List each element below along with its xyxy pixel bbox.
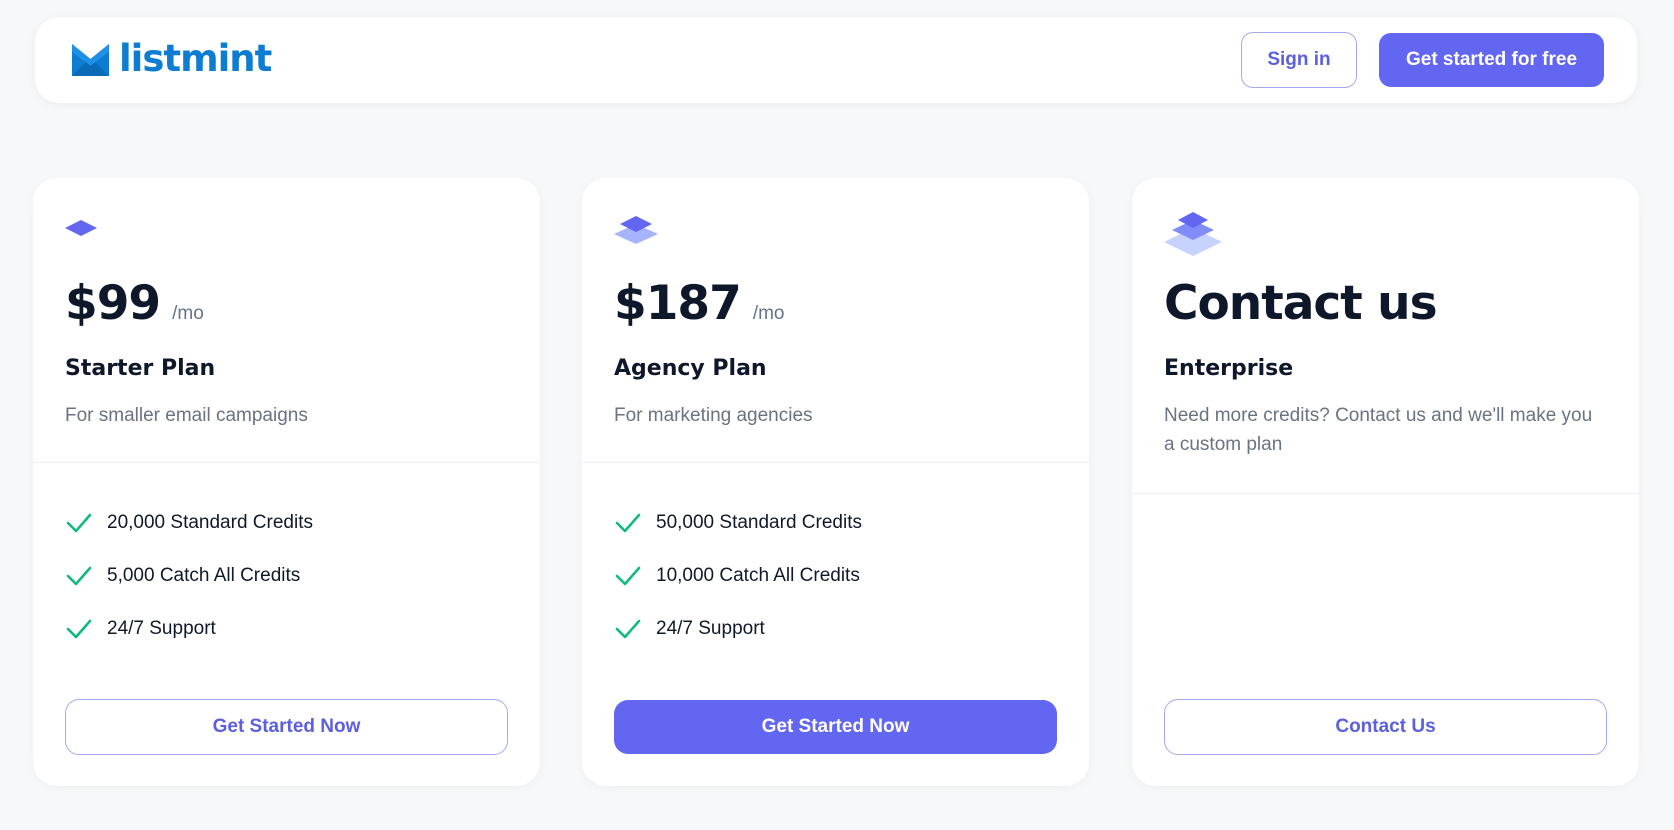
plan-description: For marketing agencies <box>614 405 813 426</box>
check-icon <box>66 513 92 532</box>
check-icon <box>615 513 641 532</box>
card-divider <box>582 462 1089 463</box>
plan-name: Enterprise <box>1164 356 1294 381</box>
check-icon <box>66 566 92 585</box>
check-icon <box>615 566 641 585</box>
feature-text: 20,000 Standard Credits <box>107 511 313 533</box>
pricing-card-starter: $99 /mo Starter Plan For smaller email c… <box>33 178 540 786</box>
feature-text: 5,000 Catch All Credits <box>107 564 301 586</box>
plan-description: Need more credits? Contact us and we'll … <box>1164 405 1593 455</box>
card-divider <box>33 462 540 463</box>
feature-item: 20,000 Standard Credits <box>65 496 313 549</box>
check-icon <box>615 619 641 638</box>
feature-list: 50,000 Standard Credits 10,000 Catch All… <box>614 496 862 655</box>
feature-text: 24/7 Support <box>656 617 765 639</box>
plan-price: Contact us <box>1164 276 1438 331</box>
price-row: $187 /mo <box>614 276 1057 334</box>
feature-text: 24/7 Support <box>107 617 216 639</box>
plan-description: For smaller email campaigns <box>65 405 308 426</box>
plan-name: Agency Plan <box>614 356 767 381</box>
envelope-logo-icon <box>72 44 109 76</box>
plan-price: $99 <box>65 276 161 331</box>
feature-item: 10,000 Catch All Credits <box>614 549 862 602</box>
price-row: $99 /mo <box>65 276 508 334</box>
feature-item: 5,000 Catch All Credits <box>65 549 313 602</box>
pricing-card-agency: $187 /mo Agency Plan For marketing agenc… <box>582 178 1089 786</box>
feature-list: 20,000 Standard Credits 5,000 Catch All … <box>65 496 313 655</box>
double-layer-icon <box>614 216 658 244</box>
agency-get-started-button[interactable]: Get Started Now <box>614 700 1057 754</box>
triple-layer-icon <box>1164 212 1222 256</box>
plan-period: /mo <box>172 303 204 324</box>
contact-us-button[interactable]: Contact Us <box>1164 699 1607 755</box>
starter-get-started-button[interactable]: Get Started Now <box>65 699 508 755</box>
site-header: listmint Sign in Get started for free <box>35 17 1637 103</box>
feature-text: 10,000 Catch All Credits <box>656 564 860 586</box>
pricing-card-enterprise: Contact us Enterprise Need more credits?… <box>1132 178 1639 786</box>
feature-item: 24/7 Support <box>614 602 862 655</box>
feature-item: 50,000 Standard Credits <box>614 496 862 549</box>
feature-item: 24/7 Support <box>65 602 313 655</box>
logo[interactable]: listmint <box>72 40 272 77</box>
plan-price: $187 <box>614 276 742 331</box>
card-divider <box>1132 493 1639 494</box>
feature-text: 50,000 Standard Credits <box>656 511 862 533</box>
price-row: Contact us <box>1164 276 1607 334</box>
check-icon <box>66 619 92 638</box>
single-layer-icon <box>65 220 97 236</box>
plan-name: Starter Plan <box>65 356 216 381</box>
get-started-free-button[interactable]: Get started for free <box>1379 33 1604 87</box>
plan-period: /mo <box>752 303 785 324</box>
header-actions: Sign in Get started for free <box>1241 32 1604 88</box>
sign-in-button[interactable]: Sign in <box>1241 32 1357 88</box>
logo-text: listmint <box>119 36 272 80</box>
